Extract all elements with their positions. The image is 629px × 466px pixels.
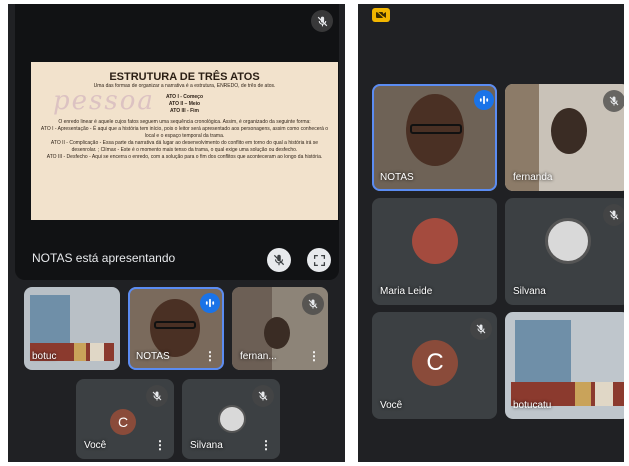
participant-tile-voce[interactable]: C Você ⋮ [76, 379, 174, 459]
more-options-icon[interactable]: ⋮ [204, 350, 216, 362]
participant-photo [551, 108, 587, 154]
participant-name: NOTAS [136, 351, 170, 362]
participant-name: NOTAS [380, 172, 414, 183]
slide-title: ESTRUTURA DE TRÊS ATOS [109, 71, 260, 83]
participant-tile-botuc[interactable]: botuc [24, 287, 120, 370]
camera-off-icon [375, 10, 387, 20]
mic-off-icon [302, 293, 324, 315]
participant-name: Você [84, 440, 107, 451]
avatar [412, 218, 458, 264]
left-meet-screen: pessoa ESTRUTURA DE TRÊS ATOS Uma das fo… [8, 4, 345, 462]
slide-act-1: ATO I - Começo [165, 94, 204, 100]
mic-off-icon [603, 204, 624, 226]
participant-photo [264, 317, 290, 349]
speaking-indicator-icon [200, 293, 220, 313]
avatar: C [412, 340, 458, 386]
mic-off-icon [252, 385, 274, 407]
participant-tile-voce[interactable]: C Você [372, 312, 497, 419]
participant-tile-fernanda[interactable]: fernan... ⋮ [232, 287, 328, 370]
slide-paragraph: ATO II - Complicação - Essa parte da nar… [50, 140, 319, 153]
right-meet-screen: NOTAS fernanda Maria Leide Silvana C Voc… [358, 4, 624, 462]
participant-name: Você [380, 400, 403, 411]
participant-tile-notas[interactable]: NOTAS [372, 84, 497, 191]
camera-off-badge [372, 8, 390, 22]
banner-image [515, 320, 571, 384]
glasses-image [410, 124, 462, 134]
participant-tile-botucatu[interactable]: botucatu [505, 312, 624, 419]
presenting-label: NOTAS está apresentando [32, 251, 176, 265]
slide-paragraph: ATO III - Desfecho - Aqui se encerra o e… [46, 154, 323, 160]
mic-off-icon [146, 385, 168, 407]
fullscreen-icon [313, 254, 325, 266]
more-options-icon[interactable]: ⋮ [260, 439, 272, 451]
presentation-mute-button[interactable] [267, 248, 291, 272]
participant-name: Maria Leide [380, 286, 433, 297]
mic-off-icon [603, 90, 624, 112]
glasses-image [154, 321, 196, 329]
slide-subtitle: Uma das formas de organizar a narrativa … [93, 83, 276, 89]
mic-off-icon [272, 253, 286, 267]
mic-off-icon [470, 318, 492, 340]
avatar [218, 405, 246, 433]
participant-tile-silvana[interactable]: Silvana ⋮ [182, 379, 280, 459]
slide-act-3: ATO III - Fim [170, 108, 199, 114]
speaking-indicator-icon [474, 90, 494, 110]
slide-act-2: ATO II – Meio [168, 101, 201, 107]
participant-tile-maria-leide[interactable]: Maria Leide [372, 198, 497, 305]
avatar: C [110, 409, 136, 435]
participant-name: fernanda [513, 172, 553, 183]
participant-tile-notas[interactable]: NOTAS ⋮ [128, 287, 224, 370]
participant-name: botuc [32, 351, 57, 362]
slide-paragraph: O enredo linear é aquele cujos fatos seg… [58, 119, 311, 125]
participant-tile-fernanda[interactable]: fernanda [505, 84, 624, 191]
banner-image [30, 295, 70, 345]
shared-slide: pessoa ESTRUTURA DE TRÊS ATOS Uma das fo… [31, 62, 338, 220]
fullscreen-button[interactable] [307, 248, 331, 272]
more-options-icon[interactable]: ⋮ [308, 350, 320, 362]
presentation-mic-off-icon [311, 10, 333, 32]
participant-name: botucatu [513, 400, 552, 411]
avatar [545, 218, 591, 264]
participant-name: fernan... [240, 351, 277, 362]
slide-paragraph: ATO I - Apresentação - É aqui que a hist… [40, 126, 329, 139]
participant-name: Silvana [513, 286, 546, 297]
more-options-icon[interactable]: ⋮ [154, 439, 166, 451]
participant-tile-silvana[interactable]: Silvana [505, 198, 624, 305]
participant-name: Silvana [190, 440, 223, 451]
presentation-area: pessoa ESTRUTURA DE TRÊS ATOS Uma das fo… [15, 4, 339, 280]
